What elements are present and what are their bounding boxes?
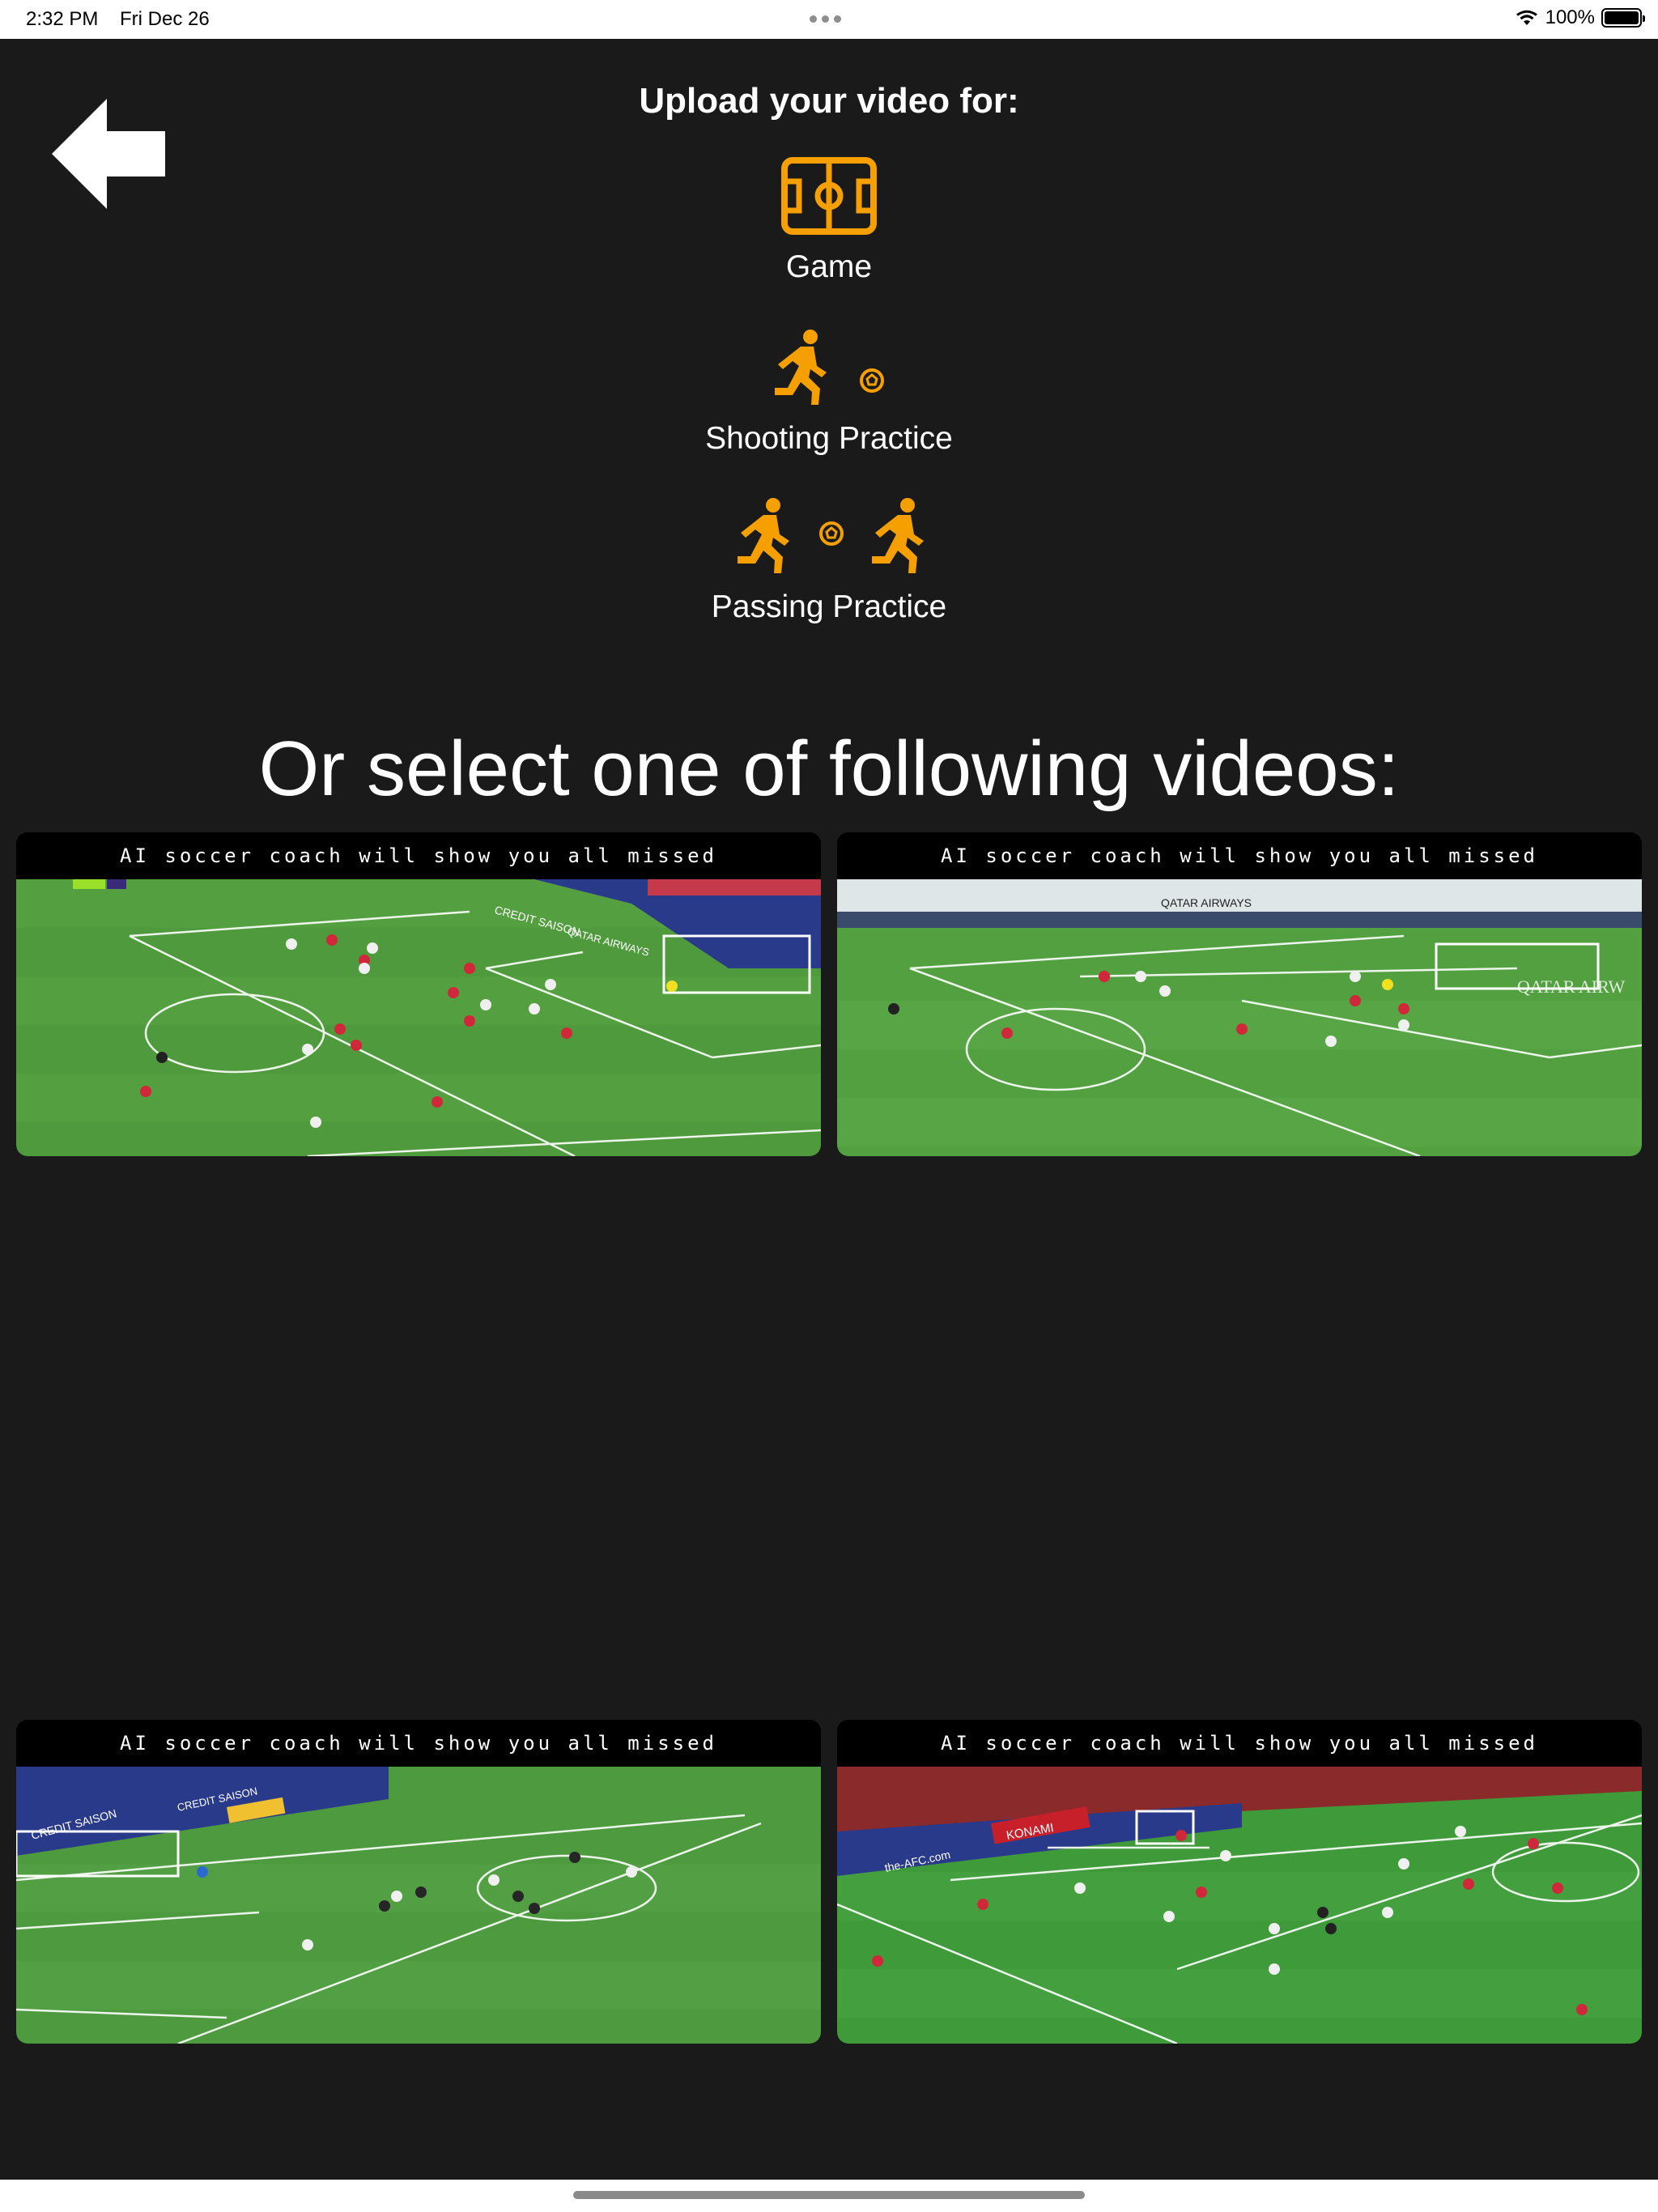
- upload-title: Upload your video for:: [639, 81, 1019, 121]
- video-thumbnail: KONAMI the-AFC.com: [837, 1767, 1642, 2044]
- multitasking-dots-icon[interactable]: [810, 15, 841, 23]
- option-shooting-practice[interactable]: Shooting Practice: [0, 329, 1658, 457]
- video-caption: AI soccer coach will show you all missed…: [16, 1720, 821, 1802]
- video-card-2[interactable]: AI soccer coach will show you all missed…: [837, 832, 1642, 1156]
- video-thumbnail: CREDIT SAISON QATAR AIRWAYS: [16, 879, 821, 1156]
- status-time: 2:32 PM: [26, 8, 99, 30]
- runner-ball-runner-icon: [738, 498, 924, 573]
- battery-percent: 100%: [1545, 6, 1595, 28]
- video-caption: AI soccer coach will show you all missed…: [16, 832, 821, 914]
- option-game[interactable]: Game: [0, 157, 1658, 285]
- wifi-icon: [1516, 10, 1537, 25]
- svg-text:QATAR AIRWAYS: QATAR AIRWAYS: [1161, 896, 1252, 909]
- option-label-game: Game: [785, 249, 873, 284]
- video-caption: AI soccer coach will show you all missed…: [837, 1720, 1642, 1802]
- option-label-passing-practice: Passing Practice: [711, 589, 947, 624]
- video-thumbnail: CREDIT SAISON CREDIT SAISON: [16, 1767, 821, 2044]
- video-card-3[interactable]: AI soccer coach will show you all missed…: [16, 1720, 821, 2044]
- status-bar: 2:32 PM Fri Dec 26 100%: [0, 0, 1658, 39]
- video-caption: AI soccer coach will show you all missed…: [837, 832, 1642, 914]
- svg-text:QATAR AIRW: QATAR AIRW: [1517, 976, 1626, 997]
- soccer-field-icon: [781, 157, 877, 235]
- option-label-shooting-practice: Shooting Practice: [705, 421, 953, 456]
- status-date: Fri Dec 26: [120, 8, 210, 30]
- runner-ball-icon: [775, 330, 884, 405]
- video-card-4[interactable]: AI soccer coach will show you all missed…: [837, 1720, 1642, 2044]
- home-indicator[interactable]: [573, 2191, 1085, 2199]
- section-title: Or select one of following videos:: [258, 725, 1400, 812]
- video-thumbnail: QATAR AIRWAYS QATAR AIRW: [837, 879, 1642, 1156]
- status-indicators: 100%: [1515, 6, 1645, 29]
- battery-icon: [1601, 8, 1645, 28]
- option-passing-practice[interactable]: Passing Practice: [0, 497, 1658, 625]
- video-card-1[interactable]: AI soccer coach will show you all missed…: [16, 832, 821, 1156]
